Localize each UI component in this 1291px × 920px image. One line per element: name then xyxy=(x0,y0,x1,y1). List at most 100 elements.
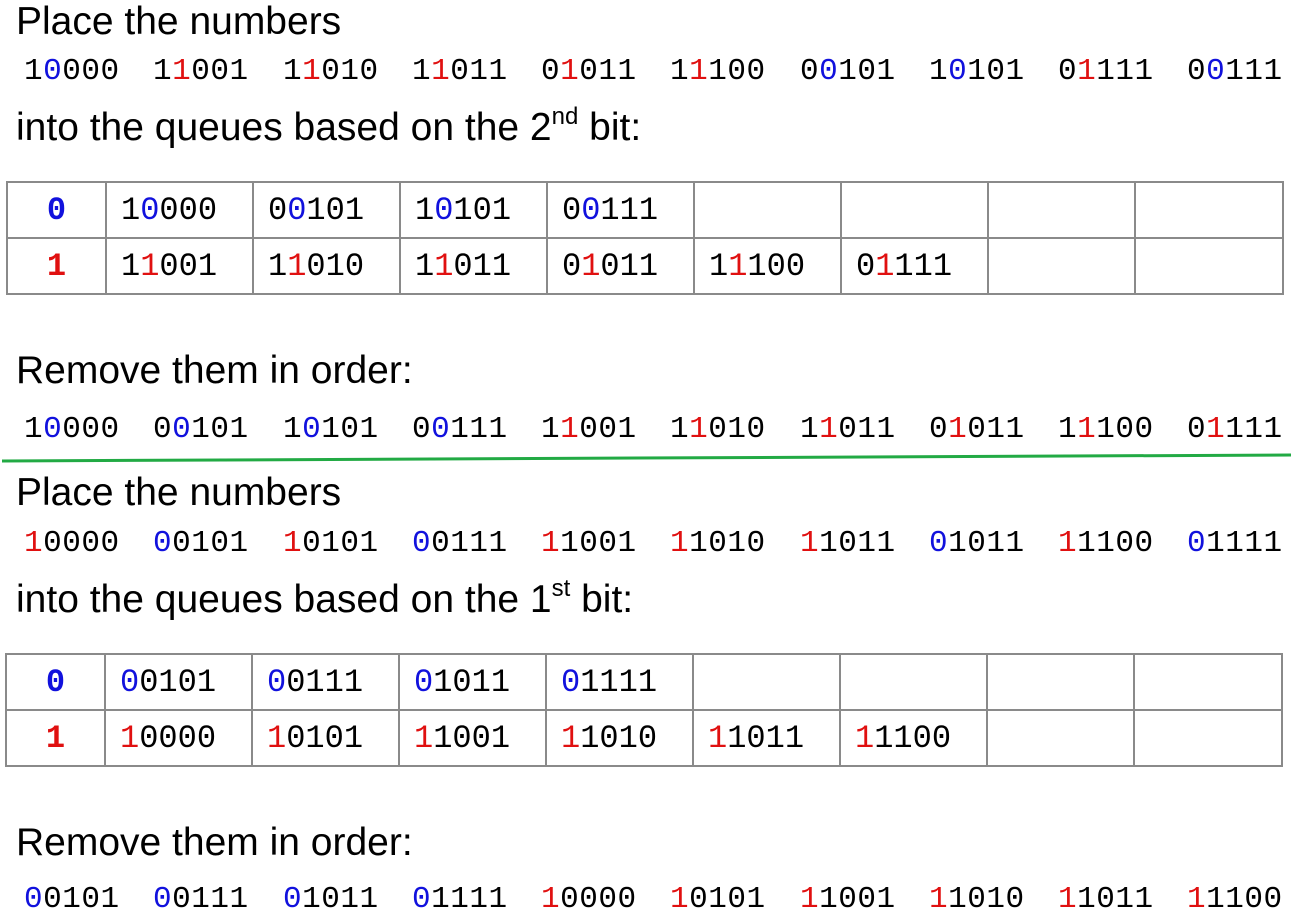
bit: 1 xyxy=(876,412,896,447)
queue-row-1: 1 11001 11010 11011 01011 11100 01111 xyxy=(6,237,1284,295)
bit: 1 xyxy=(283,412,303,447)
bit: 0 xyxy=(177,719,197,757)
sort-bit: 1 xyxy=(267,719,287,757)
bit: 1 xyxy=(948,526,968,561)
bit: 0 xyxy=(579,412,599,447)
bit: 0 xyxy=(727,54,747,89)
bit: 1 xyxy=(283,54,303,89)
queue-row-0: 0 00101 00111 01011 01111 xyxy=(5,653,1283,711)
sort-bit: 1 xyxy=(434,247,454,285)
binary-number: 11100 xyxy=(1058,524,1154,564)
queue-cell: 10101 xyxy=(399,181,548,239)
bit: 0 xyxy=(471,719,491,757)
queue-cell xyxy=(692,653,841,711)
bit: 1 xyxy=(472,247,492,285)
bit: 0 xyxy=(286,663,306,701)
bit: 1 xyxy=(619,191,639,229)
bit: 1 xyxy=(727,719,747,757)
bit: 0 xyxy=(856,247,876,285)
bit: 1 xyxy=(210,882,230,917)
sort-bit: 0 xyxy=(929,526,949,561)
bit: 1 xyxy=(708,54,728,89)
bit: 0 xyxy=(1058,54,1078,89)
sort-bit: 0 xyxy=(24,882,44,917)
bit: 1 xyxy=(819,526,839,561)
bit: 1 xyxy=(268,247,288,285)
sort-bit: 1 xyxy=(708,719,728,757)
pass2-place-label: Place the numbers xyxy=(16,471,342,514)
binary-number: 11001 xyxy=(153,52,249,92)
queue-cell xyxy=(1134,181,1284,239)
sort-bit: 0 xyxy=(412,882,432,917)
bit: 1 xyxy=(1115,882,1135,917)
binary-number: 11100 xyxy=(1058,410,1154,450)
bit: 0 xyxy=(325,191,345,229)
sort-bit: 1 xyxy=(855,719,875,757)
bit: 1 xyxy=(986,526,1006,561)
bit: 0 xyxy=(431,526,451,561)
pass2-ordinal-suffix: st xyxy=(551,575,571,602)
bit: 0 xyxy=(81,882,101,917)
pass2-remove-heading: Remove them in order: xyxy=(16,821,413,865)
bit: 0 xyxy=(746,719,766,757)
bit: 1 xyxy=(765,719,785,757)
bit: 1 xyxy=(490,719,511,757)
queue-cell xyxy=(986,653,1135,711)
bit: 1 xyxy=(344,191,365,229)
bit: 1 xyxy=(784,719,805,757)
bit: 1 xyxy=(305,663,325,701)
binary-number: 01011 xyxy=(283,880,379,920)
sort-bit: 1 xyxy=(140,247,160,285)
bit: 1 xyxy=(153,54,173,89)
bit: 1 xyxy=(1096,526,1116,561)
pass1-into-suffix: bit: xyxy=(578,106,642,149)
bit: 1 xyxy=(689,526,709,561)
bit: 0 xyxy=(785,247,806,285)
bit: 1 xyxy=(306,191,326,229)
bit: 1 xyxy=(229,412,249,447)
pass2-into-prefix: into the queues based on the 1 xyxy=(16,578,552,621)
bit: 1 xyxy=(747,247,767,285)
bit: 0 xyxy=(359,54,379,89)
bit: 1 xyxy=(359,882,379,917)
bit: 1 xyxy=(1206,526,1226,561)
binary-number: 00111 xyxy=(412,410,508,450)
bit: 1 xyxy=(727,526,747,561)
bit: 0 xyxy=(1187,412,1207,447)
bit: 0 xyxy=(210,54,230,89)
queue-cell xyxy=(840,181,989,239)
sort-bit: 1 xyxy=(561,719,581,757)
bit: 1 xyxy=(1263,526,1283,561)
bit: 1 xyxy=(670,412,690,447)
bit: 1 xyxy=(580,663,600,701)
sort-bit: 0 xyxy=(283,882,303,917)
bit: 0 xyxy=(838,526,858,561)
bit: 1 xyxy=(488,54,508,89)
bit: 1 xyxy=(819,882,839,917)
binary-number: 01011 xyxy=(929,524,1025,564)
bit: 1 xyxy=(1244,54,1264,89)
bit: 0 xyxy=(210,412,230,447)
binary-number: 11011 xyxy=(412,52,508,92)
bit: 1 xyxy=(599,663,619,701)
pass2-into-heading: into the queues based on the 1st bit: xyxy=(16,575,633,622)
bit: 0 xyxy=(340,526,360,561)
bit: 1 xyxy=(100,882,120,917)
bit: 0 xyxy=(177,663,197,701)
pass1-place-heading: Place the numbers xyxy=(16,0,341,44)
queue-cell: 11100 xyxy=(693,237,842,295)
bit: 0 xyxy=(1096,882,1116,917)
bit: 0 xyxy=(746,412,766,447)
binary-number: 11001 xyxy=(541,410,637,450)
bit: 1 xyxy=(894,247,914,285)
bit: 1 xyxy=(491,247,512,285)
bit: 1 xyxy=(469,526,489,561)
queue-cell: 01111 xyxy=(545,653,694,711)
sort-bit: 1 xyxy=(689,54,709,89)
section-divider xyxy=(1,453,1291,463)
queue-cell: 01011 xyxy=(546,237,695,295)
binary-number: 01011 xyxy=(929,410,1025,450)
bit: 0 xyxy=(139,719,159,757)
pass1-ordinal-suffix: nd xyxy=(551,103,579,130)
bit: 1 xyxy=(229,882,249,917)
